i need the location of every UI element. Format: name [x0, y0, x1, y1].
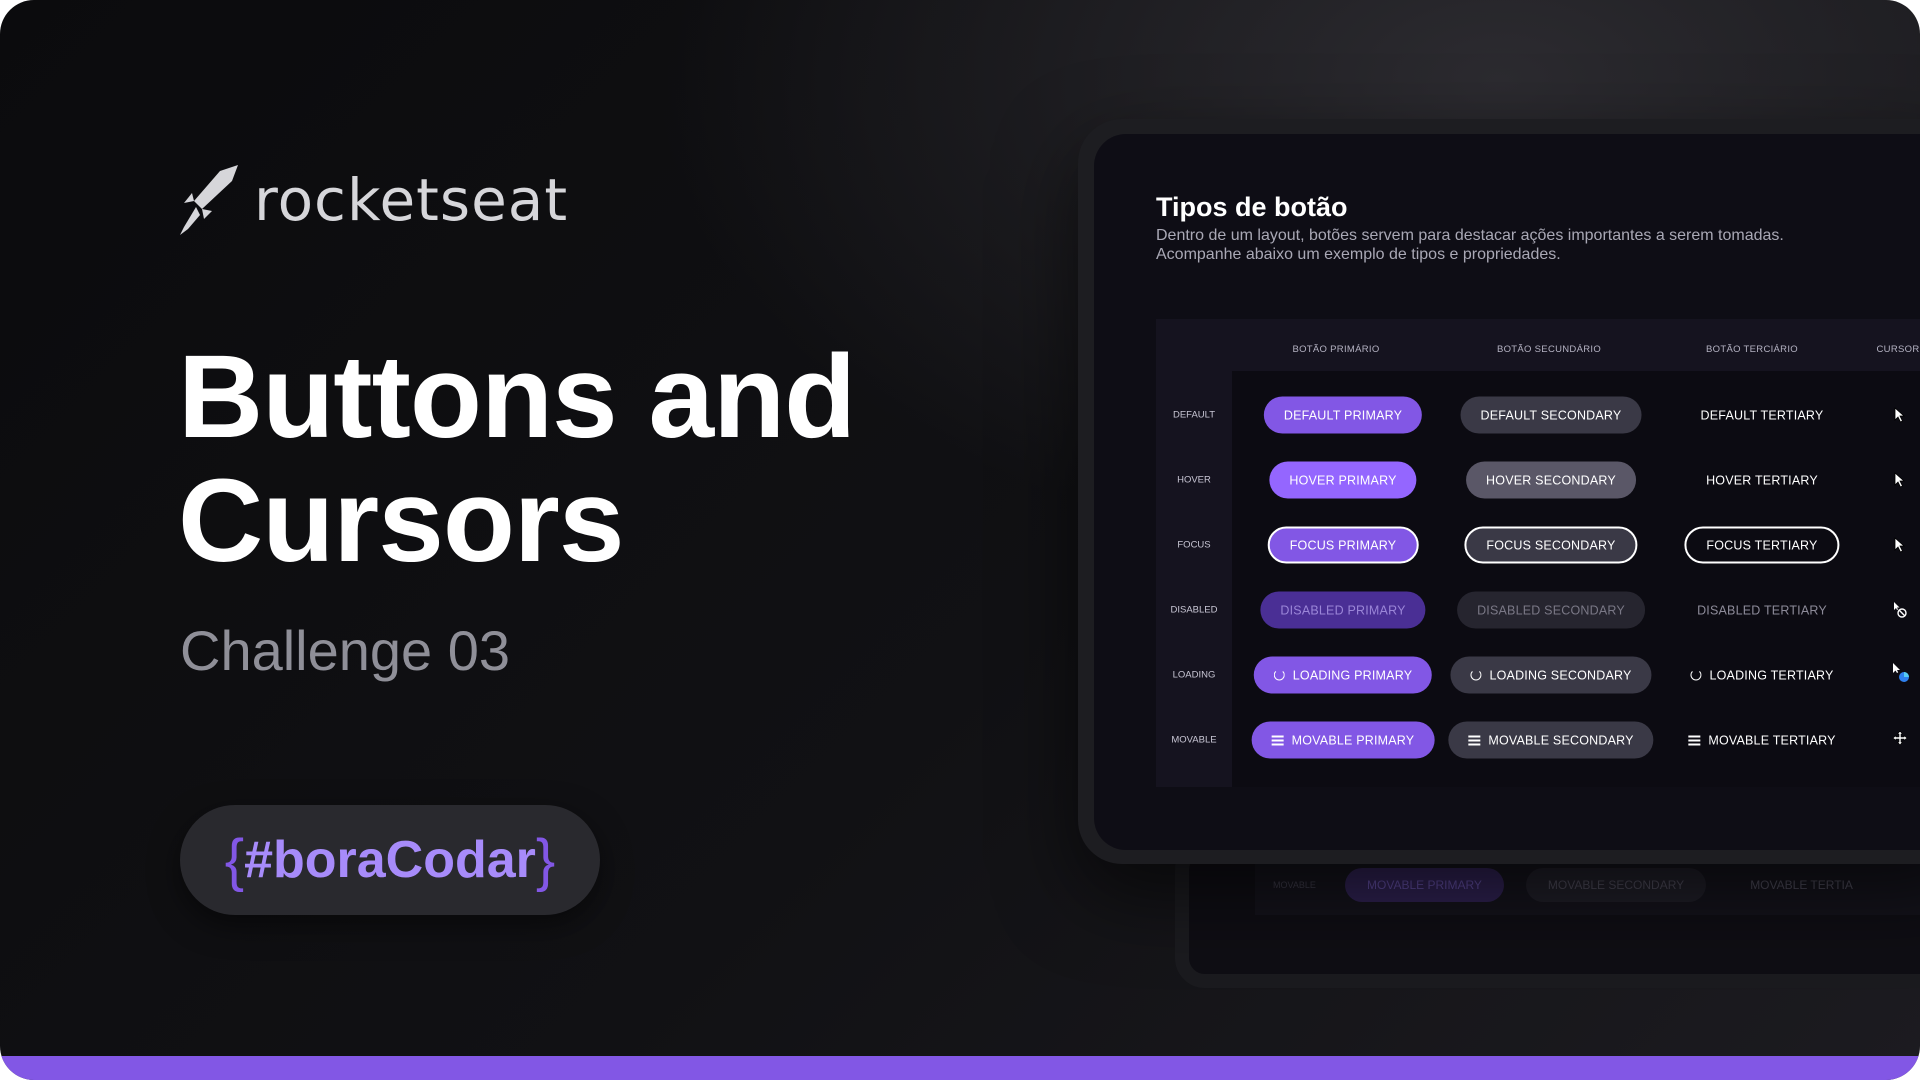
row-label-loading: LOADING [1172, 669, 1216, 681]
hero-subtitle: Challenge 03 [180, 619, 511, 682]
spinner-icon [1470, 669, 1482, 681]
close-brace: } [535, 827, 556, 893]
button-states-table: BOTÃO PRIMÁRIO BOTÃO SECUNDÁRIO BOTÃO TE… [1156, 319, 1920, 787]
movable-tertiary-button[interactable]: MOVABLE TERTIARY [1668, 722, 1855, 759]
drag-handle-icon [1468, 735, 1481, 745]
focus-primary-button[interactable]: FOCUS PRIMARY [1267, 526, 1419, 564]
hero-title-line-1: Buttons and [178, 331, 856, 463]
movable-secondary-button[interactable]: MOVABLE SECONDARY [1448, 721, 1654, 759]
hashtag-text: #boraCodar [244, 831, 536, 889]
move-cursor-icon [1892, 730, 1908, 746]
hero-title-line-2: Cursors [178, 455, 624, 587]
disabled-tertiary-button: DISABLED TERTIARY [1697, 603, 1827, 617]
default-tertiary-button[interactable]: DEFAULT TERTIARY [1681, 397, 1844, 434]
hover-tertiary-button[interactable]: HOVER TERTIARY [1686, 462, 1838, 499]
open-brace: { [224, 827, 245, 893]
column-header-tertiary: BOTÃO TERCIÁRIO [1706, 344, 1798, 355]
background-movable-tertiary: MOVABLE TERTIA [1750, 878, 1853, 892]
loading-tertiary-button[interactable]: LOADING TERTIARY [1670, 657, 1853, 694]
background-movable-secondary: MOVABLE SECONDARY [1525, 868, 1707, 902]
rocketseat-logo: rocketseat [180, 160, 568, 240]
not-allowed-icon [1894, 602, 1907, 618]
spinner-icon [1690, 669, 1702, 681]
screen-title: Tipos de botão [1156, 192, 1348, 222]
background-movable-row: MOVABLE MOVABLE PRIMARY MOVABLE SECONDAR… [1255, 855, 1920, 915]
monitor-screen: Tipos de botão Dentro de um layout, botõ… [1094, 134, 1920, 850]
accent-bottom-bar [0, 1056, 1920, 1080]
movable-tertiary-label: MOVABLE TERTIARY [1708, 733, 1836, 747]
default-secondary-button[interactable]: DEFAULT SECONDARY [1460, 396, 1642, 434]
thumbnail-card: rocketseat Buttons and Cursors Challenge… [0, 0, 1920, 1080]
disabled-secondary-button: DISABLED SECONDARY [1457, 591, 1645, 629]
loading-tertiary-label: LOADING TERTIARY [1709, 668, 1834, 682]
focus-tertiary-button[interactable]: FOCUS TERTIARY [1684, 526, 1840, 564]
spinner-icon [1273, 669, 1285, 681]
movable-secondary-label: MOVABLE SECONDARY [1488, 733, 1634, 747]
loading-secondary-label: LOADING SECONDARY [1489, 668, 1632, 682]
background-movable-primary: MOVABLE PRIMARY [1345, 868, 1504, 902]
hover-secondary-button[interactable]: HOVER SECONDARY [1466, 461, 1636, 499]
pointer-arrow-icon [1894, 537, 1906, 553]
movable-primary-button[interactable]: MOVABLE PRIMARY [1251, 721, 1435, 759]
row-label-default: DEFAULT [1172, 409, 1216, 421]
row-label-movable: MOVABLE [1171, 734, 1217, 746]
focus-secondary-button[interactable]: FOCUS SECONDARY [1464, 526, 1638, 564]
loading-primary-label: LOADING PRIMARY [1292, 668, 1413, 682]
column-header-secondary: BOTÃO SECUNDÁRIO [1496, 344, 1602, 355]
rocket-icon [180, 165, 238, 235]
pointer-arrow-icon [1894, 407, 1906, 423]
pointer-arrow-icon [1894, 472, 1906, 488]
hero-title: Buttons and Cursors [178, 335, 878, 583]
column-header-primary: BOTÃO PRIMÁRIO [1292, 344, 1380, 355]
movable-primary-label: MOVABLE PRIMARY [1291, 733, 1415, 747]
hover-primary-button[interactable]: HOVER PRIMARY [1269, 461, 1417, 499]
row-label-disabled: DISABLED [1170, 604, 1218, 616]
disabled-primary-button: DISABLED PRIMARY [1260, 591, 1426, 629]
default-primary-button[interactable]: DEFAULT PRIMARY [1263, 396, 1423, 434]
row-label-hover: HOVER [1177, 474, 1211, 486]
drag-handle-icon [1688, 735, 1701, 745]
background-row-label: MOVABLE [1273, 880, 1316, 890]
row-label-focus: FOCUS [1177, 539, 1211, 551]
brand-name: rocketseat [254, 166, 569, 234]
drag-handle-icon [1271, 735, 1284, 745]
screen-description: Dentro de um layout, botões servem para … [1156, 227, 1784, 263]
loading-primary-button[interactable]: LOADING PRIMARY [1253, 656, 1433, 694]
hashtag-pill: { #boraCodar } [180, 805, 600, 915]
loading-secondary-button[interactable]: LOADING SECONDARY [1450, 656, 1652, 694]
progress-cursor-icon [1893, 663, 1909, 682]
column-header-cursor: CURSOR [1876, 344, 1920, 355]
